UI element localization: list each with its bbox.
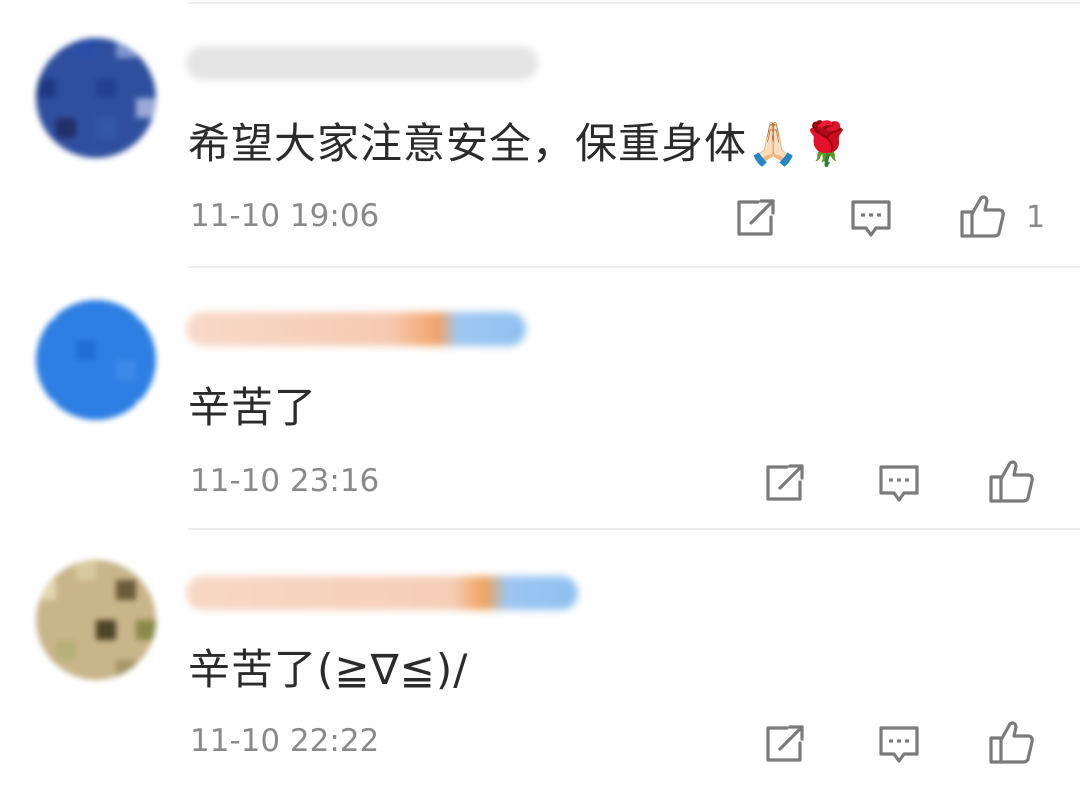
thumbs-up-icon — [989, 460, 1034, 503]
like-count: 1 — [1026, 200, 1046, 235]
share-button[interactable] — [763, 462, 807, 504]
like-button[interactable] — [987, 457, 1037, 505]
avatar[interactable] — [36, 38, 156, 158]
share-button[interactable] — [734, 197, 778, 239]
reply-button[interactable] — [849, 198, 893, 240]
reply-button[interactable] — [877, 724, 921, 766]
like-button[interactable] — [958, 192, 1008, 240]
comment-time: 11-10 22:22 — [190, 723, 380, 759]
username-blurred[interactable] — [186, 312, 526, 346]
share-button[interactable] — [763, 723, 807, 765]
share-icon — [737, 199, 775, 236]
reply-comment-icon — [851, 200, 891, 237]
reply-comment-icon — [879, 726, 919, 763]
reply-comment-icon — [879, 465, 919, 502]
like-button[interactable] — [987, 718, 1037, 766]
comment-time: 11-10 23:16 — [190, 463, 380, 499]
comment-time: 11-10 19:06 — [190, 198, 380, 234]
share-icon — [766, 725, 804, 762]
username-blurred[interactable] — [186, 576, 578, 610]
comment-text: 辛苦了(≧∇≦)/ — [188, 645, 469, 694]
avatar[interactable] — [36, 300, 156, 420]
comment-text: 希望大家注意安全，保重身体🙏🏻🌹 — [188, 119, 854, 168]
comment-item: 辛苦了(≧∇≦)/ 11-10 22:22 — [0, 530, 1080, 786]
thumbs-up-icon — [989, 721, 1034, 764]
username-blurred[interactable] — [186, 46, 538, 80]
avatar[interactable] — [36, 560, 156, 680]
share-icon — [766, 464, 804, 501]
comment-text: 辛苦了 — [188, 383, 318, 432]
comment-item: 辛苦了 11-10 23:16 — [0, 268, 1080, 530]
thumbs-up-icon — [960, 195, 1005, 238]
reply-button[interactable] — [877, 463, 921, 505]
comment-item: 希望大家注意安全，保重身体🙏🏻🌹 11-10 19:06 1 — [0, 0, 1080, 268]
